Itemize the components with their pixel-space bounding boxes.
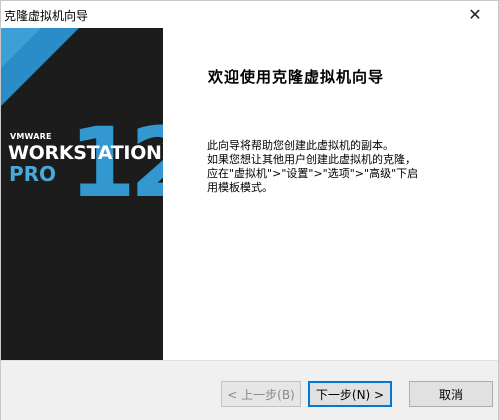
description-line: 用模板模式。 <box>207 181 273 194</box>
window-title: 克隆虚拟机向导 <box>4 9 89 23</box>
back-button[interactable]: < 上一步(B) <box>221 381 301 407</box>
wizard-heading: 欢迎使用克隆虚拟机向导 <box>208 68 385 86</box>
close-button[interactable]: ✕ <box>452 1 498 28</box>
brand-vmware: VMWARE <box>10 132 52 141</box>
description-line: 应在"虚拟机">"设置">"选项">"高级"下启 <box>207 167 419 180</box>
banner-graphic: 12 <box>1 28 163 219</box>
brand-edition: PRO <box>9 162 57 186</box>
wizard-description: 此向导将帮助您创建此虚拟机的副本。 如果您想让其他用户创建此虚拟机的克隆， 应在… <box>207 139 447 195</box>
clone-vm-wizard-window: 克隆虚拟机向导 ✕ 12 VMWARE WORKSTATION™ PRO 欢迎使… <box>0 0 499 420</box>
product-banner: 12 VMWARE WORKSTATION™ PRO <box>1 28 163 360</box>
brand-name: WORKSTATION <box>8 142 162 164</box>
wizard-footer: < 上一步(B) 下一步(N) > 取消 <box>1 360 498 420</box>
next-button[interactable]: 下一步(N) > <box>308 381 392 407</box>
description-line: 此向导将帮助您创建此虚拟机的副本。 <box>207 139 394 152</box>
wizard-content: 欢迎使用克隆虚拟机向导 此向导将帮助您创建此虚拟机的副本。 如果您想让其他用户创… <box>163 28 498 360</box>
title-bar: 克隆虚拟机向导 ✕ <box>1 1 498 28</box>
brand-workstation: WORKSTATION™ <box>8 142 163 164</box>
description-line: 如果您想让其他用户创建此虚拟机的克隆， <box>207 153 416 166</box>
close-icon: ✕ <box>468 5 482 24</box>
cancel-button[interactable]: 取消 <box>409 381 493 407</box>
